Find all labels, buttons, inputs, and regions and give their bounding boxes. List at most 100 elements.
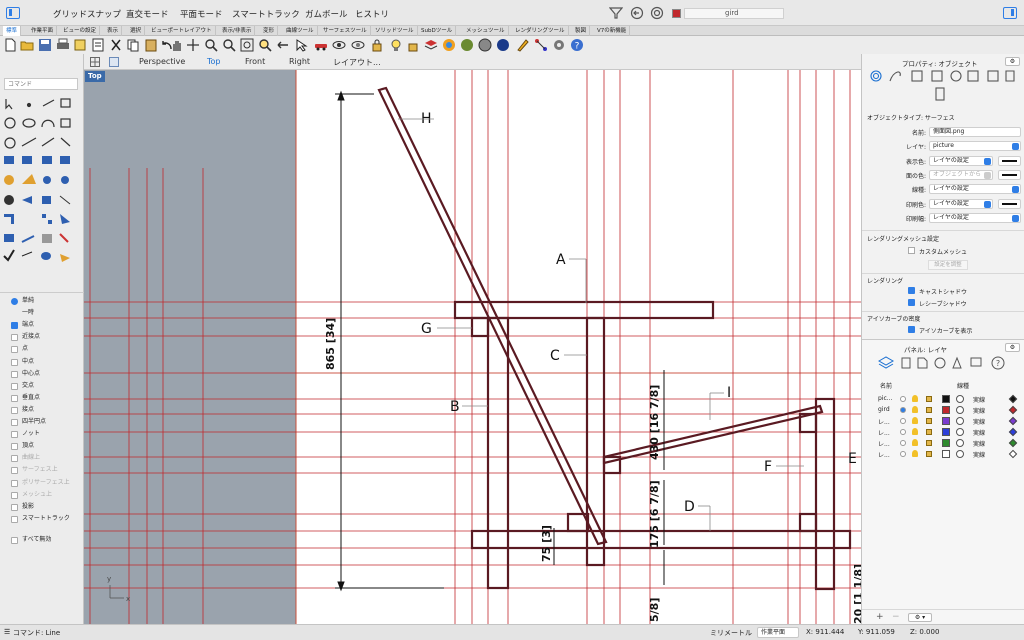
right-panel-toggle-icon[interactable] [1003, 7, 1017, 19]
osnap-checkbox[interactable] [11, 358, 18, 366]
osnap-checkbox[interactable] [11, 455, 18, 463]
property-select[interactable]: オブジェクトから [929, 169, 993, 180]
lock-icon[interactable] [370, 38, 384, 52]
cut-icon[interactable] [109, 38, 123, 52]
osnap-checkbox[interactable] [11, 491, 18, 499]
current-layer-radio[interactable] [900, 429, 906, 435]
layer-row[interactable]: レ... 実線 [862, 416, 1024, 426]
tab-layout[interactable]: レイアウト... [333, 57, 381, 68]
ortho-toggle[interactable]: 直交モード [126, 8, 169, 20]
tool-palette[interactable] [2, 96, 82, 264]
layer-linetype[interactable]: 実線 [973, 406, 985, 415]
osnap-checkbox[interactable] [11, 322, 18, 330]
layer-color-swatch[interactable] [942, 417, 950, 425]
tab-front[interactable]: Front [245, 57, 265, 66]
disable-all-checkbox[interactable] [11, 537, 18, 544]
property-select[interactable]: レイヤの設定 [929, 212, 1021, 223]
zoom-extents-icon[interactable] [240, 38, 254, 52]
custom-mesh-checkbox[interactable] [908, 247, 915, 254]
unlock-icon[interactable] [926, 418, 932, 424]
osnap-checkbox[interactable] [11, 370, 18, 378]
tab-cplanes[interactable]: 作業平面 [28, 26, 58, 36]
viewport-single-icon[interactable] [109, 57, 119, 67]
smarttrack-toggle[interactable]: スマートトラック [232, 8, 300, 20]
import-icon[interactable] [73, 38, 87, 52]
remove-layer-icon[interactable]: − [892, 612, 900, 622]
render-sphere-icon[interactable] [460, 38, 474, 52]
osnap-checkbox[interactable] [11, 382, 18, 390]
material-sphere-icon[interactable] [478, 38, 492, 52]
rotate-view-icon[interactable] [186, 38, 200, 52]
layer-color-swatch[interactable] [942, 406, 950, 414]
pan-hand-icon[interactable] [170, 38, 184, 52]
unlock-icon[interactable] [926, 451, 932, 457]
properties-gear-button[interactable]: ⚙ [1005, 57, 1020, 66]
record-icon[interactable] [650, 6, 664, 20]
osnap-checkbox[interactable] [11, 419, 18, 426]
material-icon[interactable] [956, 417, 964, 425]
current-layer-field[interactable]: gird [684, 8, 784, 19]
layer-options-icon[interactable]: ⚙ ▾ [908, 613, 932, 622]
current-layer-radio[interactable] [900, 440, 906, 446]
sidebar-toggle-icon[interactable] [6, 7, 20, 19]
layers-toolbar[interactable]: ? [878, 355, 1013, 371]
light-icon[interactable] [389, 38, 403, 52]
viewport-canvas[interactable]: H A G C B I E F D 865 [34] 430 [16 7/8] … [84, 70, 861, 624]
navigate-back-icon[interactable] [630, 6, 644, 20]
select-icon[interactable] [295, 38, 309, 52]
layer-row[interactable]: レ... 実線 [862, 438, 1024, 448]
color-swatch-button[interactable] [998, 169, 1021, 180]
property-select[interactable]: レイヤの設定 [929, 155, 993, 166]
osnap-checkbox[interactable] [11, 443, 18, 451]
layer-linetype[interactable]: 実線 [973, 428, 985, 437]
unlock-icon[interactable] [926, 407, 932, 413]
print-color-icon[interactable] [1008, 394, 1018, 404]
cplane-select[interactable]: 作業平面 [757, 627, 799, 638]
osnap-radio[interactable] [11, 298, 18, 305]
grid-snap-toggle[interactable]: グリッドスナップ [53, 8, 121, 20]
help-icon[interactable]: ? [570, 38, 584, 52]
property-select[interactable]: レイヤの設定 [929, 198, 993, 209]
print-color-icon[interactable] [1008, 427, 1018, 437]
tab-viewport-layout[interactable]: ビューポートレイアウト [148, 26, 216, 36]
tab-subd-tools[interactable]: SubDツール [418, 26, 457, 36]
open-folder-icon[interactable] [20, 38, 34, 52]
tab-solid-tools[interactable]: ソリッドツール [372, 26, 418, 36]
lightbulb-icon[interactable] [912, 417, 918, 424]
cast-shadow-checkbox[interactable] [908, 287, 915, 294]
layers-gear-button[interactable]: ⚙ [1005, 343, 1020, 352]
unlock-icon[interactable] [926, 396, 932, 402]
tab-right[interactable]: Right [289, 57, 310, 66]
tab-top[interactable]: Top [207, 57, 221, 66]
tab-render-tools[interactable]: レンダリングツール [512, 26, 569, 36]
zoom-icon[interactable] [204, 38, 218, 52]
osnap-checkbox[interactable] [11, 515, 18, 523]
filter-icon[interactable] [609, 6, 623, 20]
current-layer-radio[interactable] [900, 396, 906, 402]
tab-drafting[interactable]: 製図 [572, 26, 591, 36]
tab-visibility[interactable]: 表示/非表示 [219, 26, 256, 36]
gumball-toggle[interactable]: ガムボール [305, 8, 348, 20]
osnap-checkbox[interactable] [11, 467, 18, 475]
show-isocurves-checkbox[interactable] [908, 326, 915, 333]
history-toggle[interactable]: ヒストリ [355, 8, 389, 20]
unlock-icon[interactable] [926, 429, 932, 435]
lightbulb-icon[interactable] [912, 406, 918, 413]
property-select[interactable]: picture [929, 141, 1021, 152]
osnap-checkbox[interactable] [11, 346, 18, 354]
hide-icon[interactable] [332, 38, 346, 52]
osnap-checkbox[interactable] [11, 431, 18, 439]
layer-icon[interactable] [424, 38, 438, 52]
viewport-grid-icon[interactable] [90, 57, 100, 67]
print-color-icon[interactable] [1008, 438, 1018, 448]
adjust-settings-button[interactable]: 設定を調整 [928, 260, 968, 270]
osnap-checkbox[interactable] [11, 503, 18, 511]
tab-display[interactable]: 表示 [104, 26, 123, 36]
osnap-checkbox[interactable] [11, 479, 18, 487]
tab-select[interactable]: 選択 [127, 26, 146, 36]
tab-transform[interactable]: 変形 [260, 26, 279, 36]
car-icon[interactable] [314, 38, 328, 52]
layer-linetype[interactable]: 実線 [973, 439, 985, 448]
tab-surface-tools[interactable]: サーフェスツール [320, 26, 371, 36]
lightbulb-icon[interactable] [912, 450, 918, 457]
